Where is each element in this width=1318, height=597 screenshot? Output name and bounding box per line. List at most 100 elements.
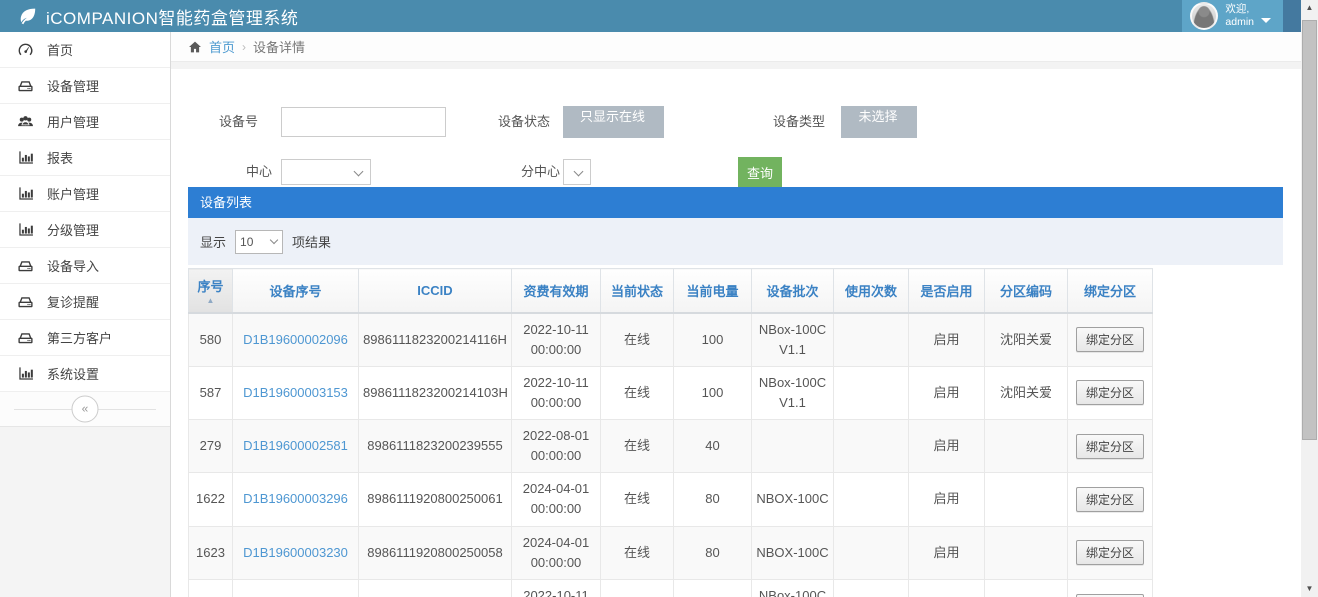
- device-serial-link[interactable]: D1B19600003230: [243, 545, 348, 560]
- cell-iccid: 8986111823200214116H: [359, 313, 512, 367]
- sidebar-item-account-mgmt[interactable]: 账户管理: [0, 176, 170, 212]
- column-header[interactable]: 当前状态: [601, 269, 674, 313]
- cell-serial: D1B19600003296: [233, 473, 359, 526]
- cell-serial: D1B19600003268: [233, 579, 359, 597]
- breadcrumb: 首页 › 设备详情: [171, 32, 1301, 62]
- sidebar-item-home[interactable]: 首页: [0, 32, 170, 68]
- bind-partition-button[interactable]: 绑定分区: [1076, 434, 1144, 459]
- sidebar-item-system-settings[interactable]: 系统设置: [0, 356, 170, 392]
- vertical-scrollbar[interactable]: ▲ ▼: [1301, 0, 1318, 597]
- device-list-panel: 设备列表 显示 10 项结果 序号▲设备序号ICCID资费有效期当前状态当前电量…: [188, 187, 1283, 597]
- center-select[interactable]: [281, 159, 371, 185]
- sidebar-item-label: 用户管理: [47, 112, 99, 131]
- app-title: iCOMPANION智能药盒管理系统: [46, 4, 298, 29]
- sidebar-collapse-row: «: [0, 392, 170, 426]
- dashboard-icon: [17, 41, 34, 58]
- cell-bind-partition: 绑定分区: [1068, 366, 1153, 419]
- bind-partition-button[interactable]: 绑定分区: [1076, 540, 1144, 565]
- cell-valid_until: 2022-10-11 00:00:00: [512, 366, 601, 419]
- sidebar-item-label: 复诊提醒: [47, 292, 99, 311]
- cell-enabled: 启用: [909, 420, 985, 473]
- chevron-down-icon: [1261, 18, 1271, 23]
- column-header[interactable]: 设备序号: [233, 269, 359, 313]
- subcenter-select[interactable]: [563, 159, 591, 185]
- sidebar-item-device-import[interactable]: 设备导入: [0, 248, 170, 284]
- collapse-sidebar-button[interactable]: «: [72, 396, 99, 423]
- panel-title: 设备列表: [188, 187, 1283, 218]
- navbar-edge: [1283, 0, 1301, 32]
- cell-battery: 100: [674, 579, 752, 597]
- cell-bind-partition: 绑定分区: [1068, 420, 1153, 473]
- hdd-icon: [17, 77, 34, 94]
- user-menu[interactable]: 欢迎, admin: [1182, 0, 1283, 32]
- table-row: 580D1B196000020968986111823200214116H202…: [189, 313, 1153, 367]
- sort-asc-icon: ▲: [189, 297, 232, 305]
- cell-iccid: 8986111920800250061: [359, 473, 512, 526]
- cell-enabled: 启用: [909, 313, 985, 367]
- bar-chart-icon: [17, 149, 34, 166]
- main-content: 首页 › 设备详情 设备号 设备状态 只显示在线 设备类型 未选择 中心 分中心…: [171, 32, 1301, 597]
- sidebar-item-device-mgmt[interactable]: 设备管理: [0, 68, 170, 104]
- column-header[interactable]: 是否启用: [909, 269, 985, 313]
- cell-iccid: 8986111823200214103H: [359, 366, 512, 419]
- cell-bind-partition: 绑定分区: [1068, 526, 1153, 579]
- column-header[interactable]: 设备批次: [752, 269, 834, 313]
- cell-battery: 80: [674, 473, 752, 526]
- sidebar-item-level-mgmt[interactable]: 分级管理: [0, 212, 170, 248]
- cell-seq: 279: [189, 420, 233, 473]
- cell-batch: NBOX-100C: [752, 526, 834, 579]
- app-brand: iCOMPANION智能药盒管理系统: [18, 0, 298, 32]
- cell-enabled: 启用: [909, 473, 985, 526]
- device-type-dropdown[interactable]: 未选择: [841, 106, 917, 138]
- cell-partition_code: [985, 473, 1068, 526]
- bind-partition-button[interactable]: 绑定分区: [1076, 380, 1144, 405]
- cell-bind-partition: 绑定分区: [1068, 579, 1153, 597]
- cell-batch: NBox-100C V1.1: [752, 366, 834, 419]
- column-header[interactable]: ICCID: [359, 269, 512, 313]
- user-avatar: [1190, 2, 1218, 30]
- sidebar-item-user-mgmt[interactable]: 用户管理: [0, 104, 170, 140]
- bind-partition-button[interactable]: 绑定分区: [1076, 594, 1144, 597]
- username-text: admin: [1225, 16, 1254, 29]
- column-header[interactable]: 分区编码: [985, 269, 1068, 313]
- device-serial-link[interactable]: D1B19600003153: [243, 385, 348, 400]
- column-header[interactable]: 序号▲: [189, 269, 233, 313]
- chevron-down-icon: [876, 139, 886, 144]
- sidebar-item-label: 设备管理: [47, 76, 99, 95]
- column-header[interactable]: 当前电量: [674, 269, 752, 313]
- search-button[interactable]: 查询: [738, 157, 782, 187]
- scrollbar-thumb[interactable]: [1302, 20, 1317, 440]
- sidebar-item-revisit-reminder[interactable]: 复诊提醒: [0, 284, 170, 320]
- cell-battery: 100: [674, 313, 752, 367]
- cell-valid_until: 2022-10-11 00:00:00: [512, 579, 601, 597]
- device-no-label: 设备号: [171, 106, 258, 138]
- column-header[interactable]: 绑定分区: [1068, 269, 1153, 313]
- center-label: 中心: [185, 156, 272, 188]
- divider-strip: [171, 62, 1301, 69]
- bind-partition-button[interactable]: 绑定分区: [1076, 327, 1144, 352]
- sidebar-footer: [0, 426, 170, 597]
- breadcrumb-current: 设备详情: [253, 37, 305, 56]
- column-header[interactable]: 使用次数: [834, 269, 909, 313]
- cell-seq: 1623: [189, 526, 233, 579]
- sidebar: 首页 设备管理 用户管理 报表 账户管理 分级管理 设备导入 复诊提醒 第三方客…: [0, 32, 171, 597]
- device-serial-link[interactable]: D1B19600002096: [243, 332, 348, 347]
- cell-battery: 100: [674, 366, 752, 419]
- device-serial-link[interactable]: D1B19600002581: [243, 438, 348, 453]
- device-no-input[interactable]: [281, 107, 446, 137]
- breadcrumb-home-link[interactable]: 首页: [209, 37, 235, 56]
- column-header[interactable]: 资费有效期: [512, 269, 601, 313]
- scroll-down-icon[interactable]: ▼: [1301, 581, 1318, 597]
- sidebar-item-third-party[interactable]: 第三方客户: [0, 320, 170, 356]
- table-row: 279 D1B19600002581 89861118232002395552022…: [189, 420, 1153, 473]
- cell-seq: 587: [189, 366, 233, 419]
- cell-valid_until: 2022-08-01 00:00:00: [512, 420, 601, 473]
- sidebar-item-reports[interactable]: 报表: [0, 140, 170, 176]
- device-type-value: 未选择: [858, 109, 897, 124]
- device-status-dropdown[interactable]: 只显示在线: [563, 106, 664, 138]
- cell-iccid: 8986111823200239555: [359, 420, 512, 473]
- bind-partition-button[interactable]: 绑定分区: [1076, 487, 1144, 512]
- page-size-select[interactable]: 10: [235, 230, 283, 254]
- scroll-up-icon[interactable]: ▲: [1301, 0, 1318, 16]
- device-serial-link[interactable]: D1B19600003296: [243, 491, 348, 506]
